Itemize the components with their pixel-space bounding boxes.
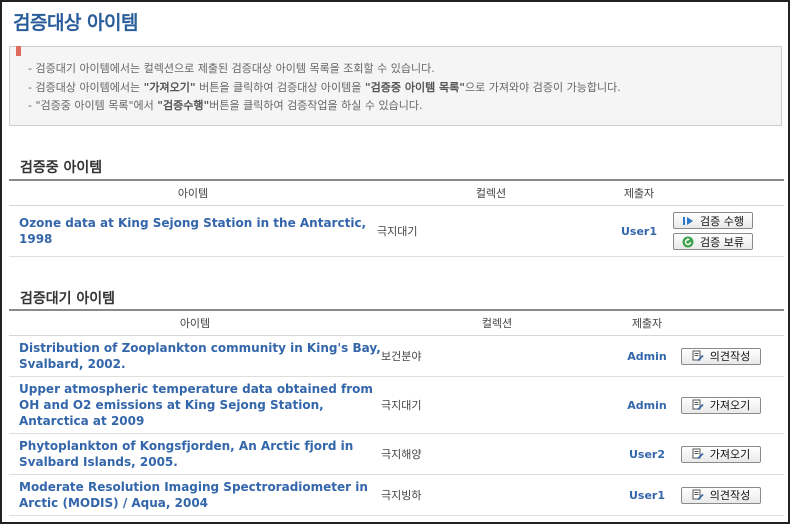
notice-line-2: - 검증대상 아이템에서는 "가져오기" 버튼을 클릭하여 검증대상 아이템을 … — [28, 79, 621, 95]
actions-cell: 가져오기 — [681, 433, 784, 475]
column-header-submitter: 제출자 — [605, 179, 673, 206]
actions-cell: 검증 수행 검증 보류 — [673, 205, 784, 257]
notice-line-2-a: - 검증대상 아이템에서는 — [28, 81, 144, 94]
refresh-icon — [682, 236, 694, 247]
write-opinion-button[interactable]: 의견작성 — [681, 347, 761, 365]
item-link[interactable]: Phytoplankton of Kongsfjorden, An Arctic… — [9, 438, 381, 470]
column-header-collection: 컬렉션 — [381, 309, 613, 336]
submitter-link[interactable]: User1 — [613, 474, 681, 516]
notice-line-3: - "검증중 아이템 목록"에서 "검증수행"버튼을 클릭하여 검증작업을 하실… — [28, 97, 423, 113]
table-row: Upper atmospheric temperature data obtai… — [9, 376, 784, 434]
item-link[interactable]: Moderate Resolution Imaging Spectroradio… — [9, 479, 381, 511]
document-edit-icon — [692, 448, 704, 460]
in-review-table: 아이템 컬렉션 제출자 Ozone data at King Sejong St… — [9, 179, 784, 257]
pending-header-row: 아이템 컬렉션 제출자 — [9, 309, 784, 336]
import-button[interactable]: 가져오기 — [681, 445, 761, 463]
column-header-actions — [673, 179, 784, 206]
collection-cell: 극지대기 — [381, 376, 613, 434]
document-edit-icon — [692, 489, 704, 501]
notice-line-1: - 검증대기 아이템에서는 컬렉션으로 제출된 검증대상 아이템 목록을 조회할… — [28, 62, 435, 75]
table-row: Ozone data at King Sejong Station in the… — [9, 205, 784, 257]
column-header-item: 아이템 — [9, 309, 381, 336]
actions-cell: 가져오기 — [681, 376, 784, 434]
notice-line-2-c: 버튼을 클릭하여 검증대상 아이템을 — [195, 81, 365, 94]
document-edit-icon — [692, 399, 704, 411]
actions-cell: 의견작성 — [681, 474, 784, 516]
run-validation-label: 검증 수행 — [700, 214, 744, 228]
page-title: 검증대상 아이템 — [13, 12, 138, 34]
table-row: Distribution of Zooplankton community in… — [9, 335, 784, 377]
submitter-link[interactable]: User1 — [605, 205, 673, 257]
window-frame: 검증대상 아이템 - 검증대기 아이템에서는 컬렉션으로 제출된 검증대상 아이… — [0, 0, 790, 524]
notice-line-2-b: "가져오기" — [143, 81, 196, 94]
collection-cell: 극지빙하 — [381, 474, 613, 516]
in-review-section-title: 검증중 아이템 — [20, 160, 103, 176]
table-row: Moderate Resolution Imaging Spectroradio… — [9, 474, 784, 516]
notice-box: - 검증대기 아이템에서는 컬렉션으로 제출된 검증대상 아이템 목록을 조회할… — [9, 46, 782, 126]
document-edit-icon — [692, 350, 704, 362]
notice-line-3-b: "검증수행" — [157, 99, 210, 112]
column-header-actions — [681, 309, 784, 336]
column-header-collection: 컬렉션 — [377, 179, 605, 206]
actions-cell: 의견작성 — [681, 335, 784, 377]
hold-validation-label: 검증 보류 — [700, 235, 744, 249]
column-header-submitter: 제출자 — [613, 309, 681, 336]
notice-line-3-c: 버튼을 클릭하여 검증작업을 하실 수 있습니다. — [209, 99, 423, 112]
notice-line-3-a: - "검증중 아이템 목록"에서 — [28, 99, 158, 112]
import-button[interactable]: 가져오기 — [681, 396, 761, 414]
item-link[interactable]: Distribution of Zooplankton community in… — [9, 340, 381, 372]
item-link[interactable]: Ozone data at King Sejong Station in the… — [9, 215, 377, 247]
collection-cell: 극지대기 — [377, 205, 605, 257]
bookmark-icon — [16, 46, 21, 56]
collection-cell: 보건분야 — [381, 335, 613, 377]
write-opinion-label: 의견작성 — [709, 350, 751, 363]
submitter-link[interactable]: Admin — [613, 376, 681, 434]
play-icon — [683, 216, 693, 225]
hold-validation-button[interactable]: 검증 보류 — [673, 233, 753, 250]
submitter-link[interactable]: User2 — [613, 433, 681, 475]
write-opinion-button[interactable]: 의견작성 — [681, 486, 761, 504]
in-review-header-row: 아이템 컬렉션 제출자 — [9, 179, 784, 206]
notice-line-2-d: "검증중 아이템 목록" — [364, 81, 466, 94]
column-header-item: 아이템 — [9, 179, 377, 206]
pending-section-title: 검증대기 아이템 — [20, 291, 116, 307]
import-label: 가져오기 — [709, 399, 751, 412]
submitter-link[interactable]: Admin — [613, 335, 681, 377]
table-row: Phytoplankton of Kongsfjorden, An Arctic… — [9, 433, 784, 475]
import-label: 가져오기 — [709, 448, 751, 461]
item-link[interactable]: Upper atmospheric temperature data obtai… — [9, 381, 381, 429]
collection-cell: 극지해양 — [381, 433, 613, 475]
run-validation-button[interactable]: 검증 수행 — [673, 212, 753, 229]
notice-line-2-e: 으로 가져와야 검증이 가능합니다. — [465, 81, 621, 94]
write-opinion-label: 의견작성 — [709, 489, 751, 502]
pending-table: 아이템 컬렉션 제출자 Distribution of Zooplankton … — [9, 309, 784, 516]
